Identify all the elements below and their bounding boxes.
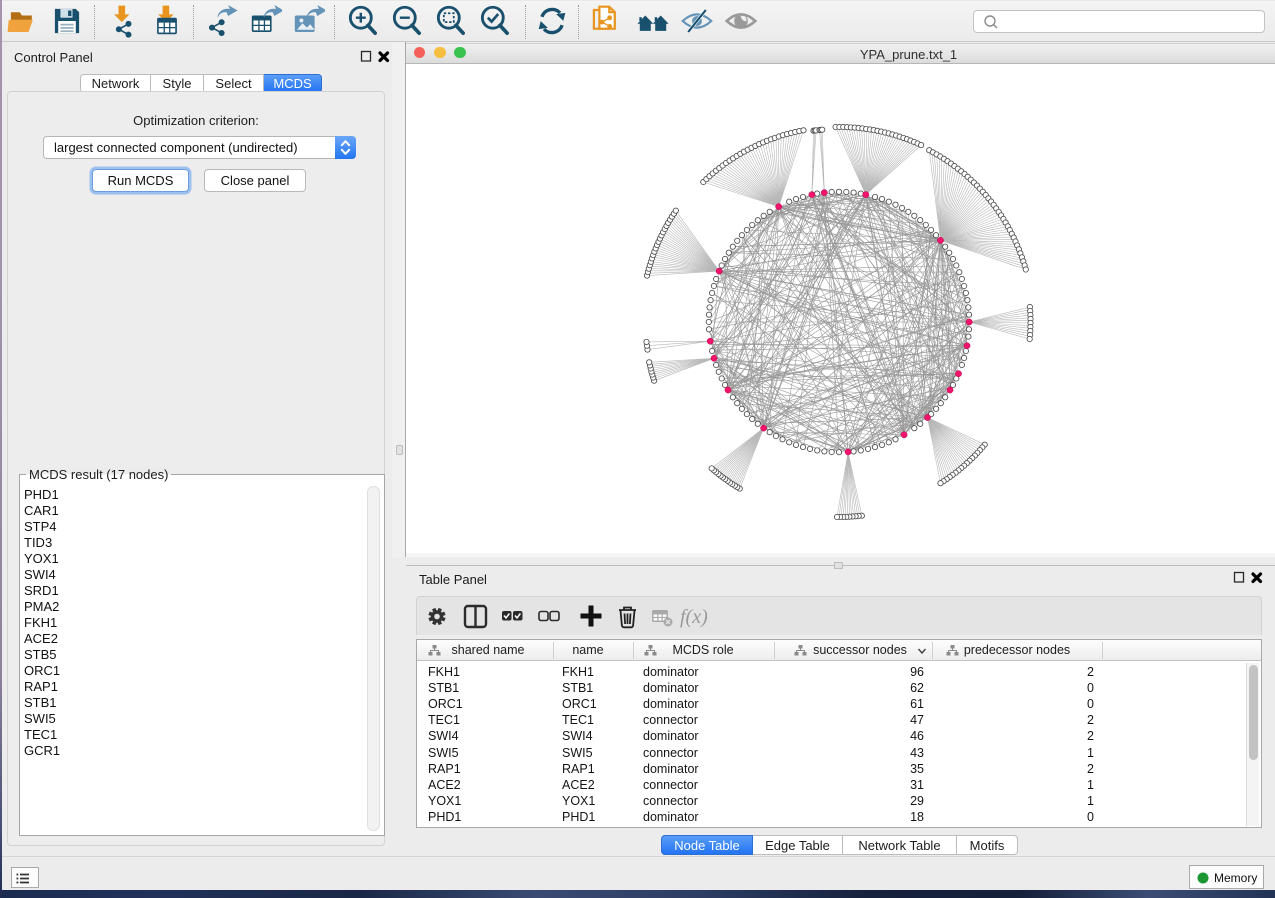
svg-text:f(x): f(x)	[680, 606, 708, 628]
